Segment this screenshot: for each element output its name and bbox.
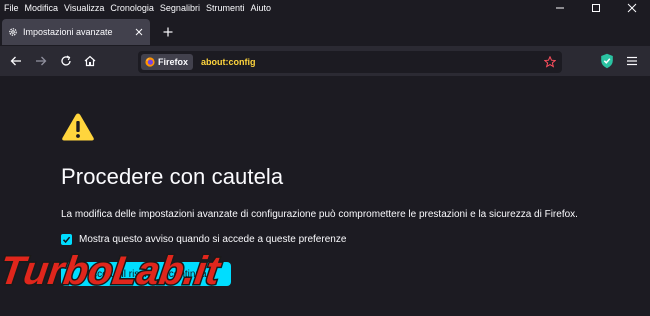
- plus-icon: [163, 27, 173, 37]
- accept-risk-button[interactable]: Accetta il rischio e continua: [61, 262, 231, 286]
- reload-button[interactable]: [58, 53, 74, 69]
- page-title: Procedere con cautela: [61, 164, 284, 189]
- home-icon: [84, 55, 96, 67]
- back-arrow-icon: [10, 56, 21, 66]
- hamburger-menu-icon[interactable]: [626, 55, 638, 67]
- firefox-logo-icon: [145, 57, 155, 67]
- maximize-button[interactable]: [578, 0, 614, 16]
- forward-button[interactable]: [33, 53, 49, 69]
- menu-item-aiuto[interactable]: Aiuto: [250, 3, 271, 13]
- url-bar[interactable]: Firefox about:config: [138, 51, 562, 73]
- menu-item-visualizza[interactable]: Visualizza: [64, 3, 104, 13]
- close-icon: [627, 3, 637, 13]
- tab-strip: Impostazioni avanzate: [0, 16, 650, 46]
- close-tab-icon[interactable]: [134, 27, 144, 37]
- menu-item-modifica[interactable]: Modifica: [25, 3, 59, 13]
- forward-arrow-icon: [36, 56, 47, 66]
- new-tab-button[interactable]: [160, 24, 176, 40]
- menu-bar: File Modifica Visualizza Cronologia Segn…: [0, 0, 650, 16]
- nav-toolbar: Firefox about:config: [0, 46, 650, 76]
- tab-impostazioni-avanzate[interactable]: Impostazioni avanzate: [2, 19, 150, 45]
- gear-icon: [9, 28, 17, 36]
- menu-item-segnalibri[interactable]: Segnalibri: [160, 3, 200, 13]
- back-button[interactable]: [8, 53, 24, 69]
- window-controls: [542, 0, 650, 16]
- show-warning-checkbox[interactable]: [61, 234, 72, 245]
- identity-label: Firefox: [158, 57, 189, 67]
- url-text[interactable]: about:config: [201, 57, 256, 67]
- warning-icon: [62, 113, 94, 141]
- checkbox-label: Mostra questo avviso quando si accede a …: [79, 234, 347, 245]
- menu: File Modifica Visualizza Cronologia Segn…: [4, 3, 271, 13]
- shield-extension-icon[interactable]: [600, 53, 614, 69]
- menu-item-cronologia[interactable]: Cronologia: [110, 3, 154, 13]
- maximize-icon: [592, 4, 600, 12]
- warning-description: La modifica delle impostazioni avanzate …: [61, 209, 578, 220]
- bookmark-star-icon[interactable]: [544, 56, 556, 68]
- minimize-icon: [556, 7, 564, 9]
- minimize-button[interactable]: [542, 0, 578, 16]
- identity-box[interactable]: Firefox: [141, 54, 194, 70]
- reload-icon: [61, 55, 71, 66]
- home-button[interactable]: [82, 53, 98, 69]
- page-content: Procedere con cautela La modifica delle …: [0, 76, 650, 316]
- checkmark-icon: [62, 236, 71, 244]
- warning-checkbox-row[interactable]: Mostra questo avviso quando si accede a …: [61, 234, 346, 245]
- menu-item-file[interactable]: File: [4, 3, 19, 13]
- menu-item-strumenti[interactable]: Strumenti: [206, 3, 245, 13]
- close-window-button[interactable]: [614, 0, 650, 16]
- tab-title: Impostazioni avanzate: [23, 27, 113, 37]
